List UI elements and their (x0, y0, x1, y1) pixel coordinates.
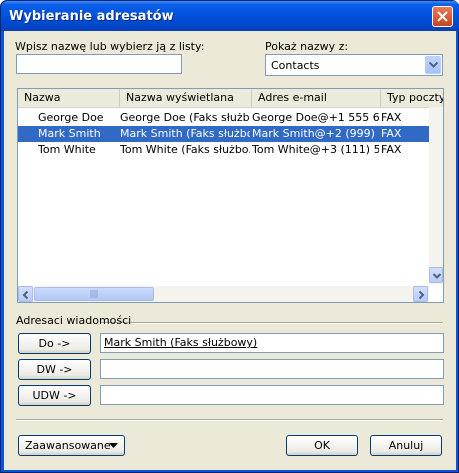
cc-field[interactable] (100, 359, 444, 379)
search-input[interactable] (16, 54, 182, 74)
advanced-label: Zaawansowane (25, 439, 111, 452)
column-header-mail-type[interactable]: Typ poczty (381, 89, 443, 107)
title-bar[interactable]: Wybieranie adresatów (1, 1, 459, 31)
to-field[interactable]: Mark Smith (Faks służbowy) (100, 333, 444, 353)
footer-separator (16, 419, 443, 421)
row-display-name: Tom White (Faks służbo... (120, 143, 250, 156)
advanced-button[interactable]: Zaawansowane (18, 435, 125, 456)
scroll-right-button[interactable] (413, 286, 428, 302)
recipients-label: Adresaci wiadomości (16, 314, 132, 327)
row-display-name: Mark Smith (Faks służbo... (120, 127, 250, 140)
bcc-field[interactable] (100, 385, 444, 405)
row-email: Tom White@+3 (111) 5... (252, 143, 379, 156)
row-mail-type: FAX (381, 127, 402, 140)
to-recipient[interactable]: Mark Smith (Faks służbowy) (104, 336, 257, 349)
row-email: George Doe@+1 555 6... (252, 111, 379, 124)
address-book-value: Contacts (271, 59, 320, 72)
arrow-right-icon (418, 290, 425, 300)
contacts-list[interactable]: Nazwa Nazwa wyświetlana Adres e-mail Typ… (17, 88, 444, 303)
row-mail-type: FAX (381, 111, 402, 124)
column-header-email[interactable]: Adres e-mail (252, 89, 381, 107)
row-display-name: George Doe (Faks służb... (120, 111, 250, 124)
triangle-down-icon (109, 443, 118, 448)
arrow-down-icon (432, 273, 442, 279)
show-names-label: Pokaż nazwy z: (265, 40, 349, 53)
cc-button[interactable]: DW -> (18, 359, 91, 380)
cancel-button[interactable]: Anuluj (370, 435, 442, 456)
list-header: Nazwa Nazwa wyświetlana Adres e-mail Typ… (18, 89, 443, 108)
row-name: George Doe (38, 111, 104, 124)
dialog-body: Wpisz nazwę lub wybierz ją z listy: Poka… (4, 31, 456, 470)
row-email: Mark Smith@+2 (999) 8... (252, 127, 379, 140)
table-row[interactable]: Tom White Tom White (Faks służbo... Tom … (18, 142, 430, 158)
horizontal-scrollbar[interactable] (18, 286, 429, 302)
column-header-name[interactable]: Nazwa (18, 89, 120, 107)
arrow-left-icon (22, 290, 29, 300)
close-icon (437, 11, 448, 22)
chevron-down-icon (429, 62, 438, 68)
scroll-left-button[interactable] (18, 286, 33, 302)
window-title: Wybieranie adresatów (9, 9, 174, 24)
scroll-thumb[interactable] (34, 287, 154, 301)
dialog-window: Wybieranie adresatów Wpisz nazwę lub wyb… (0, 0, 459, 473)
vertical-scrollbar[interactable] (429, 107, 443, 284)
row-mail-type: FAX (381, 143, 402, 156)
bcc-button[interactable]: UDW -> (18, 385, 91, 406)
row-name: Tom White (38, 143, 96, 156)
close-button[interactable] (432, 6, 453, 27)
grip-icon (90, 290, 98, 298)
to-button[interactable]: Do -> (18, 333, 91, 354)
address-book-select[interactable]: Contacts (265, 54, 443, 76)
search-label: Wpisz nazwę lub wybierz ją z listy: (15, 40, 205, 53)
scroll-down-button[interactable] (429, 267, 443, 283)
ok-button[interactable]: OK (286, 435, 358, 456)
row-name: Mark Smith (38, 127, 101, 140)
table-row[interactable]: George Doe George Doe (Faks służb... Geo… (18, 110, 430, 126)
recipients-separator (100, 322, 443, 324)
dropdown-button[interactable] (425, 56, 441, 74)
column-header-display-name[interactable]: Nazwa wyświetlana (120, 89, 252, 107)
table-row[interactable]: Mark Smith Mark Smith (Faks służbo... Ma… (18, 126, 430, 142)
